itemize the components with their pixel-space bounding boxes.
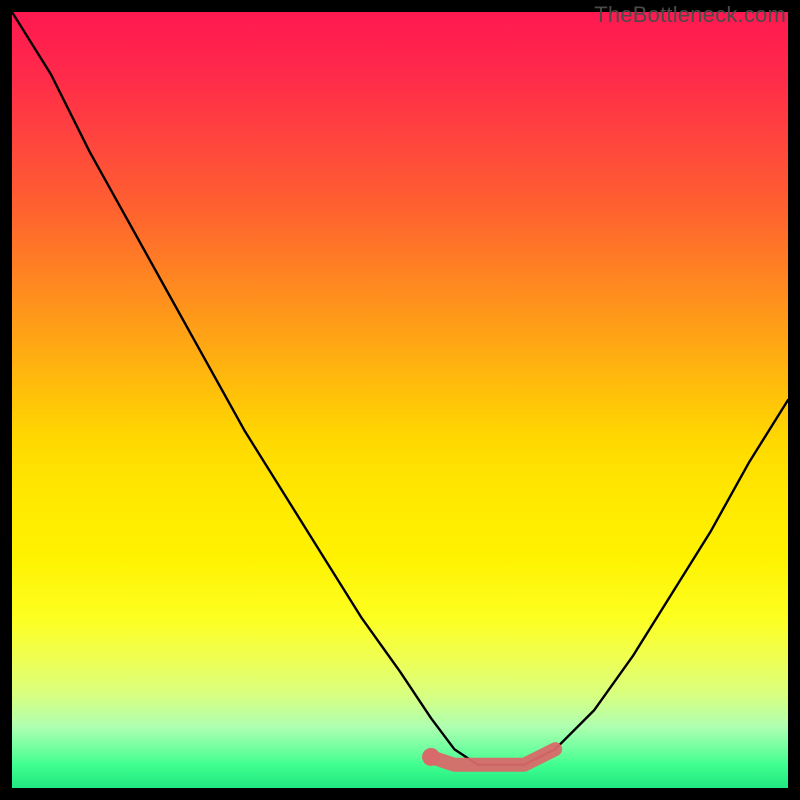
chart-container: TheBottleneck.com <box>0 0 800 800</box>
watermark: TheBottleneck.com <box>594 2 786 28</box>
highlight-dot <box>422 748 440 766</box>
bottleneck-curve <box>12 12 788 765</box>
plot-area <box>12 12 788 788</box>
highlight-segment <box>431 749 555 765</box>
curve-layer <box>12 12 788 788</box>
